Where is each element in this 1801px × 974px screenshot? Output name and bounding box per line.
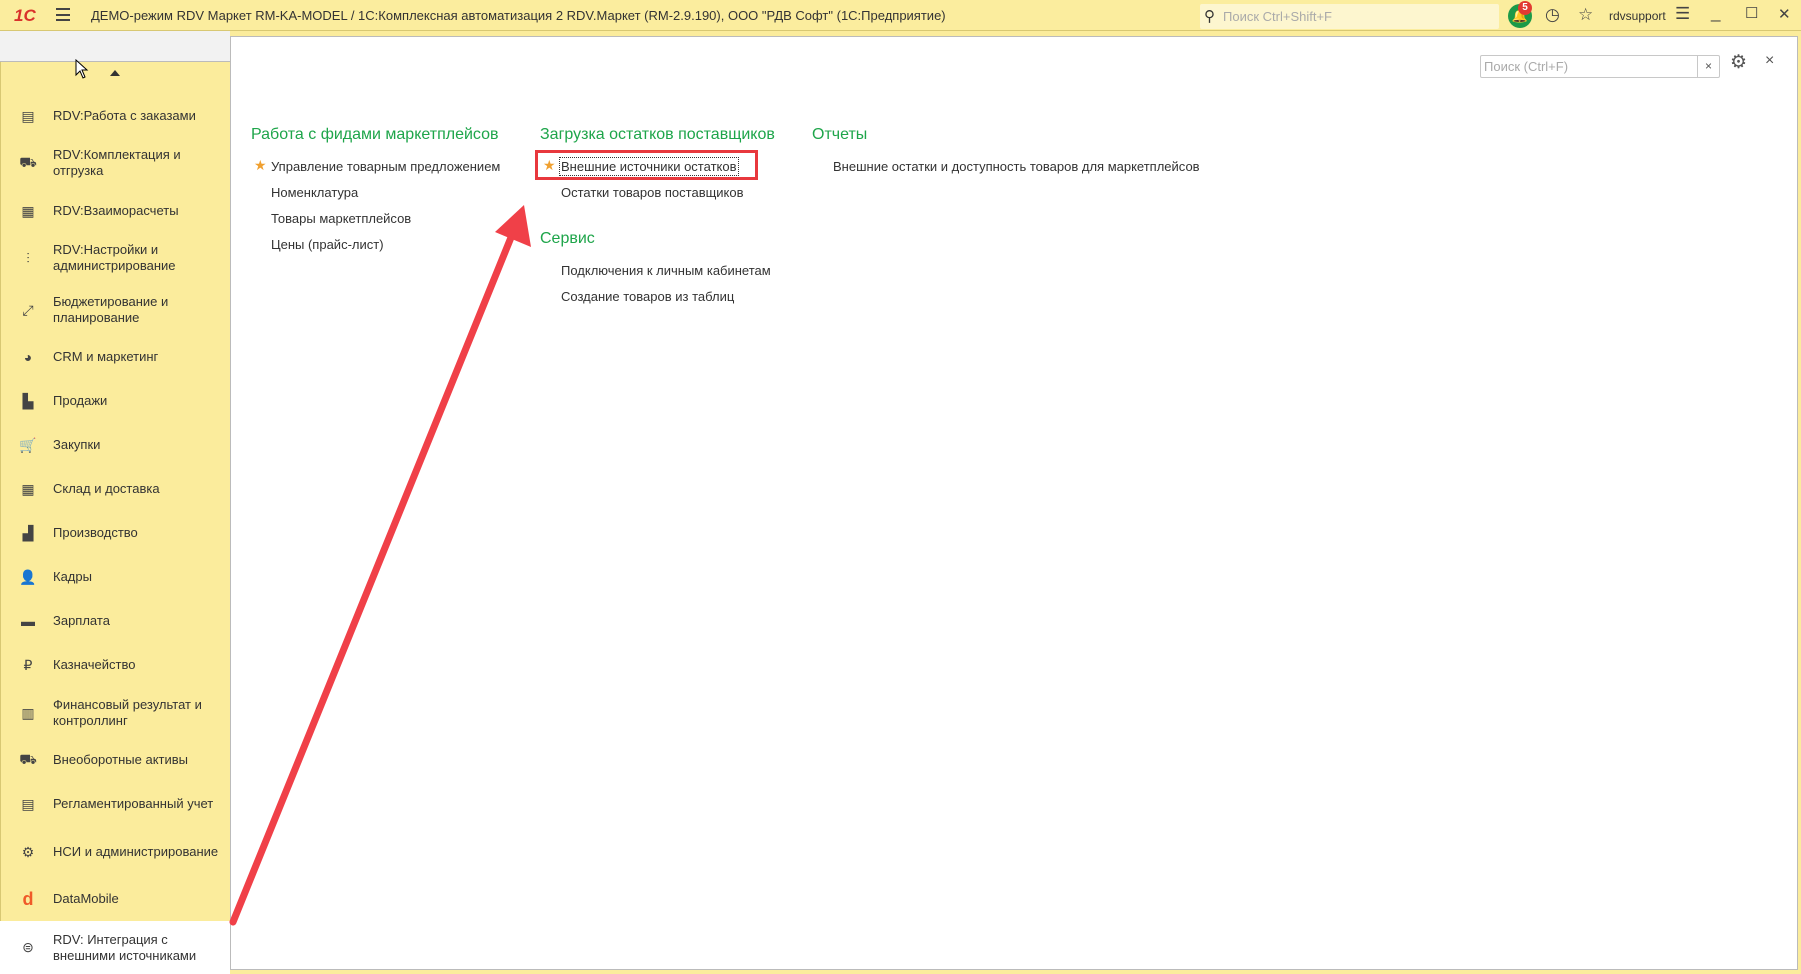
content-search-input[interactable] [1484, 59, 1689, 74]
sidebar-item-label: Склад и доставка [53, 481, 160, 496]
link-supplier-stock[interactable]: Остатки товаров поставщиков [561, 185, 744, 200]
sidebar-item-label: Казначейство [53, 657, 136, 672]
sidebar-item[interactable]: ⊜ RDV: Интеграция с внешними источниками [0, 921, 230, 974]
sidebar-item-label: RDV:Взаиморасчеты [53, 203, 179, 218]
sidebar-item[interactable]: ⚙ НСИ и администрирование [0, 832, 230, 872]
content-search-field[interactable]: × [1480, 55, 1720, 78]
sidebar-item[interactable]: ▟ Производство [0, 513, 230, 553]
factory-icon: ▟ [22, 524, 34, 541]
sidebar-item-label: Продажи [53, 393, 108, 408]
favorites-star-icon[interactable]: ☆ [1578, 5, 1593, 25]
sidebar-item[interactable]: ▦ RDV:Взаиморасчеты [0, 191, 230, 231]
link-nomenclature[interactable]: Номенклатура [271, 185, 358, 200]
global-search-input[interactable]: ⚲ Поиск Ctrl+Shift+F [1200, 4, 1499, 29]
sidebar-item[interactable]: ◕ CRM и маркетинг [0, 337, 230, 377]
sidebar-item-label: Закупки [53, 437, 101, 452]
clear-search-button[interactable]: × [1697, 56, 1719, 77]
bar-chart-icon: ▥ [21, 704, 35, 721]
search-icon: ⚲ [1204, 8, 1215, 25]
sidebar-item-label: Финансовый результат и контроллинг [53, 697, 202, 728]
sidebar-item[interactable]: ▤ RDV:Работа с заказами [0, 96, 230, 136]
annotation-highlight-box [535, 150, 758, 180]
sidebar-item-label: RDV:Настройки и администрирование [53, 242, 176, 273]
history-icon[interactable]: ◷ [1545, 5, 1560, 25]
scroll-up-icon[interactable] [110, 70, 120, 76]
sync-globe-icon: ⊜ [22, 939, 34, 955]
title-bar: 1С ДЕМО-режим RDV Маркет RM-KA-MODEL / 1… [0, 0, 1801, 31]
sidebar-item-label: RDV:Работа с заказами [53, 108, 196, 123]
datamobile-icon: d [22, 888, 34, 909]
main-menu-icon[interactable] [56, 8, 70, 21]
budget-chart-icon: ⤢ [22, 301, 34, 318]
sidebar-item[interactable]: ▙ Продажи [0, 381, 230, 421]
window-title: ДЕМО-режим RDV Маркет RM-KA-MODEL / 1С:К… [91, 8, 946, 23]
calculator-icon: ▦ [21, 202, 35, 219]
gear-icon[interactable]: ⚙ [1730, 51, 1747, 74]
sidebar-item[interactable]: ▦ Склад и доставка [0, 469, 230, 509]
sidebar-item[interactable]: ⤢ Бюджетирование и планирование [0, 290, 230, 330]
sidebar-item-label: Бюджетирование и планирование [53, 294, 169, 325]
link-marketplace-goods[interactable]: Товары маркетплейсов [271, 211, 411, 226]
section-heading-feeds: Работа с фидами маркетплейсов [251, 126, 499, 143]
shopping-bag-icon: ▙ [22, 392, 34, 409]
sidebar-item[interactable]: ▤ Регламентированный учет [0, 784, 230, 824]
sidebar-item[interactable]: ⛟ RDV:Комплектация и отгрузка [0, 143, 230, 183]
global-search-placeholder: Поиск Ctrl+Shift+F [1223, 9, 1332, 24]
sidebar-item[interactable]: ₽ Казначейство [0, 645, 230, 685]
sidebar-item[interactable]: 👤 Кадры [0, 557, 230, 597]
mouse-cursor-icon [75, 59, 89, 79]
sidebar-item-label: CRM и маркетинг [53, 349, 159, 364]
ruble-icon: ₽ [23, 656, 33, 673]
sidebar-item[interactable]: ⫶ RDV:Настройки и администрирование [0, 238, 230, 278]
sidebar-item-label: Зарплата [53, 613, 110, 628]
truck-icon: ⛟ [19, 750, 37, 767]
link-account-connections[interactable]: Подключения к личным кабинетам [561, 263, 771, 278]
cart-box-icon: ⛟ [19, 153, 37, 170]
sidebar-item[interactable]: ⛟ Внеоборотные активы [0, 740, 230, 780]
ledger-icon: ▤ [21, 795, 35, 812]
link-offer-management[interactable]: Управление товарным предложением [271, 159, 500, 174]
cart-icon: 🛒 [19, 436, 37, 453]
user-name[interactable]: rdvsupport [1609, 9, 1666, 23]
sidebar-item[interactable]: 🛒 Закупки [0, 425, 230, 465]
settings-menu-icon[interactable]: ☰ [1675, 4, 1690, 24]
sidebar-item[interactable]: d DataMobile [0, 879, 230, 919]
section-heading-supplier-stock: Загрузка остатков поставщиков [540, 126, 775, 143]
sidebar-item-label: RDV:Комплектация и отгрузка [53, 147, 181, 178]
sliders-icon: ⫶ [26, 249, 30, 266]
section-content-panel: × ⚙ × [230, 36, 1798, 970]
close-window-button[interactable]: ✕ [1778, 5, 1791, 23]
link-external-stock-report[interactable]: Внешние остатки и доступность товаров дл… [833, 159, 1200, 174]
gear-icon: ⚙ [21, 843, 35, 860]
sidebar-item-label: Внеоборотные активы [53, 752, 189, 767]
minimize-button[interactable]: _ [1711, 3, 1720, 23]
sidebar-item-label: НСИ и администрирование [53, 844, 219, 859]
sidebar-item[interactable]: ▥ Финансовый результат и контроллинг [0, 693, 230, 733]
section-heading-reports: Отчеты [812, 126, 868, 143]
pie-chart-icon: ◕ [23, 349, 33, 365]
sidebar-item-label: Производство [53, 525, 138, 540]
favorite-star-icon[interactable]: ★ [254, 157, 267, 174]
sidebar-item-label: RDV: Интеграция с внешними источниками [53, 931, 197, 963]
sidebar-item-label: Регламентированный учет [53, 796, 214, 811]
1c-logo: 1С [14, 6, 36, 25]
sidebar-item-label: Кадры [53, 569, 92, 584]
sidebar-header [0, 31, 230, 62]
warehouse-icon: ▦ [21, 480, 35, 497]
link-prices[interactable]: Цены (прайс-лист) [271, 237, 384, 252]
maximize-button[interactable]: ☐ [1745, 4, 1758, 22]
link-create-goods-from-tables[interactable]: Создание товаров из таблиц [561, 289, 734, 304]
clipboard-icon: ▤ [21, 107, 35, 124]
close-icon[interactable]: × [1765, 52, 1774, 70]
sidebar-item[interactable]: ▬ Зарплата [0, 601, 230, 641]
sidebar-item-label: DataMobile [53, 891, 119, 906]
card-icon: ▬ [21, 613, 35, 629]
section-heading-service: Сервис [540, 230, 595, 247]
person-icon: 👤 [19, 568, 37, 585]
notifications-badge: 5 [1518, 1, 1532, 15]
